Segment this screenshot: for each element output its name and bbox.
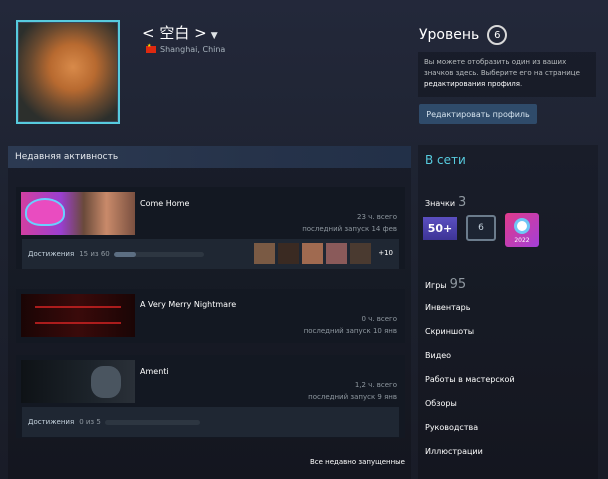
achievement-icons xyxy=(254,243,371,264)
games-label: Игры xyxy=(425,281,447,290)
persona-name: < 空白 > xyxy=(142,24,207,42)
profile-links: Инвентарь Скриншоты Видео Работы в масте… xyxy=(425,303,515,471)
achievements-bar[interactable]: Достижения 0 из 5 xyxy=(22,407,399,437)
persona-name-dropdown[interactable]: < 空白 > ▼ xyxy=(142,22,218,43)
link-videos[interactable]: Видео xyxy=(425,351,515,375)
game-row-come-home: Come Home 23 ч. всего последний запуск 1… xyxy=(16,187,405,269)
game-hours: 0 ч. всего xyxy=(361,315,397,323)
badge-showcase: 50+ 6 2022 xyxy=(423,213,539,247)
game-last-played: последний запуск 9 янв xyxy=(308,393,397,401)
game-capsule-come-home[interactable] xyxy=(21,192,135,235)
flag-china-icon xyxy=(146,43,156,53)
level-info-text: Вы можете отобразить один из ваших значк… xyxy=(424,58,580,77)
badges-link[interactable]: Значки 3 xyxy=(425,195,466,210)
achievements-count: 0 из 5 xyxy=(79,418,101,426)
profile-sidebar: В сети Значки 3 50+ 6 2022 Игры 95 Инвента… xyxy=(418,145,598,479)
game-last-played: последний запуск 14 фев xyxy=(302,225,397,233)
level-info-box: Вы можете отобразить один из ваших значк… xyxy=(418,52,596,97)
chevron-down-icon: ▼ xyxy=(210,30,218,41)
achievement-icon[interactable] xyxy=(350,243,371,264)
achievement-icon[interactable] xyxy=(326,243,347,264)
achievements-progress xyxy=(113,251,204,257)
game-hours: 1,2 ч. всего xyxy=(354,381,397,389)
achievement-icon[interactable] xyxy=(302,243,323,264)
link-workshop[interactable]: Работы в мастерской xyxy=(425,375,515,399)
game-playtime: 0 ч. всего последний запуск 10 янв xyxy=(304,313,397,337)
location-text: Shanghai, China xyxy=(160,45,226,54)
badges-count: 3 xyxy=(458,195,467,210)
badges-label: Значки xyxy=(425,199,456,208)
game-capsule-amenti[interactable] xyxy=(21,360,135,403)
game-hours: 23 ч. всего xyxy=(357,213,397,221)
games-link[interactable]: Игры 95 xyxy=(425,277,466,292)
avatar-image xyxy=(19,23,117,121)
recent-activity-panel: Недавняя активность Come Home 23 ч. всег… xyxy=(8,146,411,479)
game-playtime: 23 ч. всего последний запуск 14 фев xyxy=(302,211,397,235)
profile-location: Shanghai, China xyxy=(146,43,226,54)
badge-year: 2022 xyxy=(514,237,530,244)
level-badge[interactable]: 6 xyxy=(487,25,508,45)
recent-activity-header: Недавняя активность xyxy=(8,146,411,168)
steam-logo-icon xyxy=(514,218,530,234)
amenti-figure-icon xyxy=(91,366,121,398)
edit-profile-link[interactable]: редактирования профиля xyxy=(424,80,520,88)
link-screenshots[interactable]: Скриншоты xyxy=(425,327,515,351)
come-home-logo-icon xyxy=(25,198,65,226)
game-playtime: 1,2 ч. всего последний запуск 9 янв xyxy=(308,379,397,403)
achievements-progress-fill xyxy=(113,251,137,257)
edit-profile-button[interactable]: Редактировать профиль xyxy=(419,104,537,124)
game-name[interactable]: A Very Merry Nightmare xyxy=(140,300,236,309)
game-last-played: последний запуск 10 янв xyxy=(303,327,397,335)
game-capsule-a-very-merry-nightmare[interactable] xyxy=(21,294,135,337)
link-reviews[interactable]: Обзоры xyxy=(425,399,515,423)
badge-steam-2022[interactable]: 2022 xyxy=(505,213,539,247)
badge-level-6[interactable]: 6 xyxy=(466,215,496,241)
link-artwork[interactable]: Иллюстрации xyxy=(425,447,515,471)
achievements-more[interactable]: +10 xyxy=(378,249,393,257)
achievement-icon[interactable] xyxy=(254,243,275,264)
level-row: Уровень 6 xyxy=(419,25,508,45)
achievements-progress xyxy=(104,419,200,425)
game-name[interactable]: Amenti xyxy=(140,367,169,376)
nightmare-logo-icon xyxy=(35,306,121,324)
achievements-label: Достижения xyxy=(28,418,75,426)
achievements-count: 15 из 60 xyxy=(79,250,110,258)
link-inventory[interactable]: Инвентарь xyxy=(425,303,515,327)
all-recent-games-link[interactable]: Все недавно запущенные xyxy=(310,458,405,466)
achievements-bar[interactable]: Достижения 15 из 60 +10 xyxy=(22,239,399,269)
link-guides[interactable]: Руководства xyxy=(425,423,515,447)
avatar[interactable] xyxy=(16,20,120,124)
games-count: 95 xyxy=(449,277,467,292)
level-info-end: . xyxy=(519,80,523,88)
achievement-icon[interactable] xyxy=(278,243,299,264)
level-label: Уровень xyxy=(419,27,480,43)
game-row-a-very-merry-nightmare: A Very Merry Nightmare 0 ч. всего послед… xyxy=(16,289,405,343)
online-status: В сети xyxy=(425,153,466,167)
badge-50-plus[interactable]: 50+ xyxy=(423,217,457,240)
game-name[interactable]: Come Home xyxy=(140,199,189,208)
achievements-label: Достижения xyxy=(28,250,75,258)
game-row-amenti: Amenti 1,2 ч. всего последний запуск 9 я… xyxy=(16,355,405,438)
